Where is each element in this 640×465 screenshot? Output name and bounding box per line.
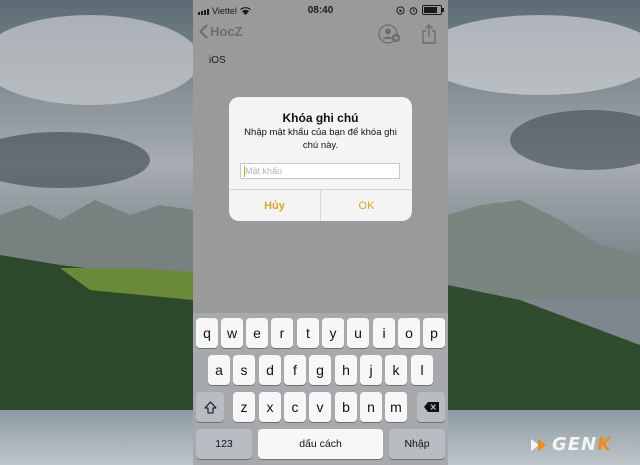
key-u[interactable]: u: [347, 318, 369, 348]
share-icon[interactable]: [420, 23, 438, 45]
add-people-icon[interactable]: [378, 23, 402, 45]
logo-text-accent: K: [597, 434, 613, 455]
key-g[interactable]: g: [309, 355, 331, 385]
lock-note-dialog: Khóa ghi chú Nhập mật khẩu của bạn để kh…: [229, 97, 412, 221]
key-t[interactable]: t: [297, 318, 319, 348]
orientation-lock-icon: [396, 5, 405, 15]
logo-arrow-icon: [531, 438, 546, 451]
key-m[interactable]: m: [385, 392, 407, 422]
cancel-button[interactable]: Hủy: [229, 190, 321, 221]
key-f[interactable]: f: [284, 355, 306, 385]
numbers-key[interactable]: 123: [196, 429, 252, 459]
back-button[interactable]: HocZ: [199, 24, 243, 39]
notes-nav-bar: HocZ: [193, 22, 448, 46]
status-right: [396, 5, 444, 15]
key-p[interactable]: p: [423, 318, 445, 348]
key-e[interactable]: e: [246, 318, 268, 348]
password-field[interactable]: Mật khẩu: [240, 163, 400, 179]
shift-key[interactable]: [196, 392, 224, 422]
text-cursor: [244, 166, 245, 177]
key-v[interactable]: v: [309, 392, 331, 422]
key-l[interactable]: l: [411, 355, 433, 385]
dialog-buttons: Hủy OK: [229, 189, 412, 221]
dialog-title: Khóa ghi chú: [282, 111, 359, 125]
logo-text: GENK: [552, 434, 612, 455]
key-z[interactable]: z: [233, 392, 255, 422]
space-key[interactable]: dấu cách: [258, 429, 383, 459]
key-c[interactable]: c: [284, 392, 306, 422]
key-o[interactable]: o: [398, 318, 420, 348]
backspace-key[interactable]: [417, 392, 445, 422]
alarm-icon: [409, 6, 418, 15]
key-n[interactable]: n: [360, 392, 382, 422]
dialog-message: Nhập mật khẩu của bạn để khóa ghi chú nà…: [244, 127, 397, 151]
password-placeholder: Mật khẩu: [245, 166, 283, 176]
key-d[interactable]: d: [259, 355, 281, 385]
genk-logo: GENK: [530, 434, 612, 455]
key-b[interactable]: b: [335, 392, 357, 422]
key-a[interactable]: a: [208, 355, 230, 385]
backspace-icon: [423, 402, 439, 412]
keyboard: q w e r t y u i o p a s d f g h j k l z …: [193, 313, 448, 465]
key-s[interactable]: s: [233, 355, 255, 385]
key-x[interactable]: x: [259, 392, 281, 422]
ok-button[interactable]: OK: [321, 190, 412, 221]
key-y[interactable]: y: [322, 318, 344, 348]
battery-icon: [422, 5, 444, 15]
return-key[interactable]: Nhập: [389, 429, 445, 459]
chevron-left-icon: [199, 24, 208, 39]
phone-screen: Viettel 08:40 HocZ iOS Khóa ghi chú Nhập…: [193, 0, 448, 465]
status-bar: Viettel 08:40: [193, 0, 448, 22]
key-q[interactable]: q: [196, 318, 218, 348]
key-h[interactable]: h: [335, 355, 357, 385]
key-k[interactable]: k: [385, 355, 407, 385]
shift-icon: [203, 400, 217, 414]
key-j[interactable]: j: [360, 355, 382, 385]
note-body-text[interactable]: iOS: [209, 55, 226, 66]
key-r[interactable]: r: [271, 318, 293, 348]
logo-text-main: GEN: [552, 434, 598, 455]
key-w[interactable]: w: [221, 318, 243, 348]
key-i[interactable]: i: [373, 318, 395, 348]
back-label: HocZ: [210, 24, 243, 39]
